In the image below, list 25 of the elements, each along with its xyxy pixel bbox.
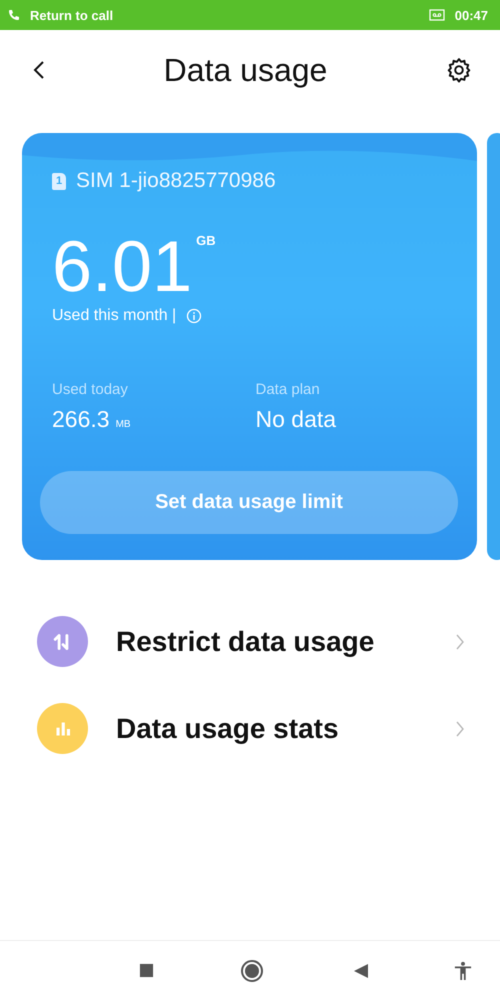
used-today-label: Used today [52, 381, 129, 398]
accessibility-icon[interactable] [454, 960, 472, 980]
chevron-icon [455, 720, 465, 738]
phone-icon [8, 9, 20, 21]
return-to-call-text: Return to call [30, 8, 114, 22]
back-icon[interactable] [33, 59, 45, 81]
data-plan-label: Data plan [256, 381, 321, 398]
chevron-icon [455, 632, 465, 650]
page-title: Data usage [164, 52, 328, 88]
unit-label: GB [196, 233, 216, 248]
voicemail-icon [428, 9, 445, 21]
used-this-month-label: Used this month | [52, 307, 176, 325]
sim-name: SIM 1-jio8825770986 [76, 169, 276, 193]
sim-card-icon: 1 [52, 172, 66, 190]
used-today-value: 266.3 [52, 406, 110, 433]
home-icon[interactable] [240, 958, 264, 982]
used-amount: 6.01 [52, 227, 192, 307]
clock-time: 00:47 [454, 8, 488, 22]
unit-label: MB [116, 419, 131, 430]
menu-item[interactable]: Data usage stats [0, 685, 500, 772]
back-triangle-icon[interactable] [353, 962, 369, 978]
settings-icon[interactable] [446, 57, 472, 83]
data-plan-value: No data [256, 406, 338, 433]
menu-item[interactable]: Restrict data usage [0, 598, 500, 685]
recent-apps-icon[interactable] [139, 963, 154, 978]
